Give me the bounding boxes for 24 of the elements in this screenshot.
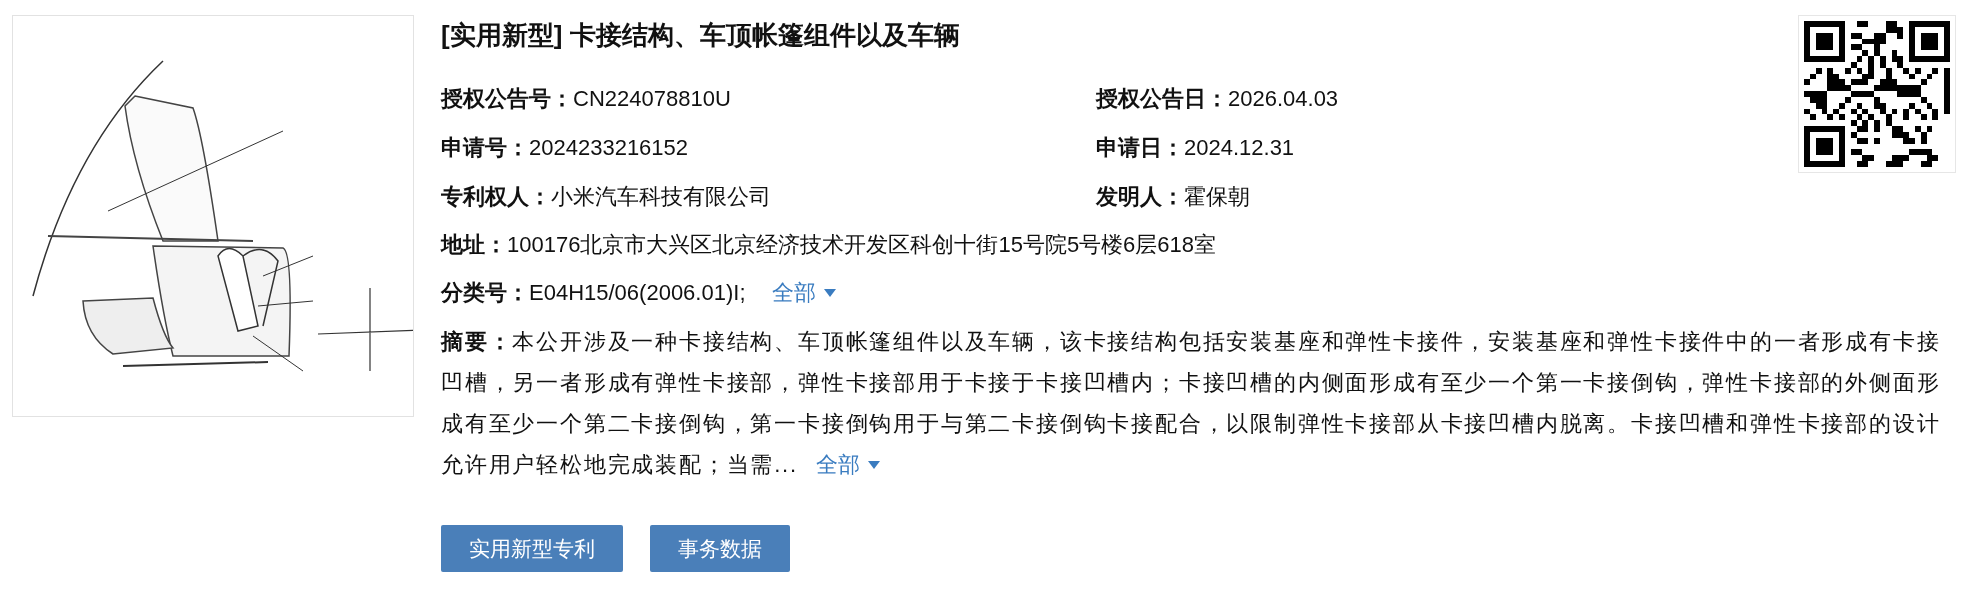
field-label: 授权公告号：: [441, 85, 573, 113]
field-label: 专利权人：: [441, 183, 551, 211]
field-value: E04H15/06(2006.01)I;: [529, 279, 746, 307]
show-all-link[interactable]: 全部: [815, 444, 880, 485]
caret-icon: [867, 460, 880, 469]
field-label: 发明人：: [1096, 183, 1184, 211]
field-value: 100176北京市大兴区北京经济技术开发区科创十街15号院5号楼6层618室: [507, 231, 1217, 259]
field-value: 2026.04.03: [1228, 85, 1339, 113]
patent-title: [实用新型] 卡接结构、车顶帐篷组件以及车辆: [441, 19, 961, 52]
field-label: 分类号：: [441, 279, 529, 307]
field-value: CN224078810U: [573, 85, 731, 113]
field-value: 2024.12.31: [1184, 134, 1295, 163]
tab-button[interactable]: 事务数据: [650, 525, 790, 572]
field-label: 申请号：: [441, 134, 529, 163]
field-value: 霍保朝: [1184, 183, 1250, 211]
show-all-link[interactable]: 全部: [771, 269, 836, 317]
abstract-text: 摘要：本公开涉及一种卡接结构、车顶帐篷组件以及车辆，该卡接结构包括安装基座和弹性卡接件，安装基座和弹性卡接件中的一者形成有卡接凹槽，另一者形成有弹性卡接部，弹性卡接部用于卡接于卡接凹槽内；卡接凹槽的内侧面形成有至少一个第一卡接倒钩，弹性卡接部的外侧面形成有至少一个第二卡接倒钩，第一卡接倒钩用于与第二卡接倒钩卡接配合，以限制弹性卡接部从卡接凹槽内脱离。卡接凹槽和弹性卡接部的设计允许用户轻松地完成装配；当需... 全部: [441, 321, 1960, 485]
field-label: 申请日：: [1096, 134, 1184, 163]
field-label: 授权公告日：: [1096, 85, 1228, 113]
field-label: 地址：: [441, 231, 507, 259]
tab-button[interactable]: 实用新型专利: [441, 525, 623, 572]
caret-icon: [823, 289, 836, 297]
field-value: 2024233216152: [529, 134, 689, 163]
field-value: 小米汽车科技有限公司: [551, 183, 771, 211]
